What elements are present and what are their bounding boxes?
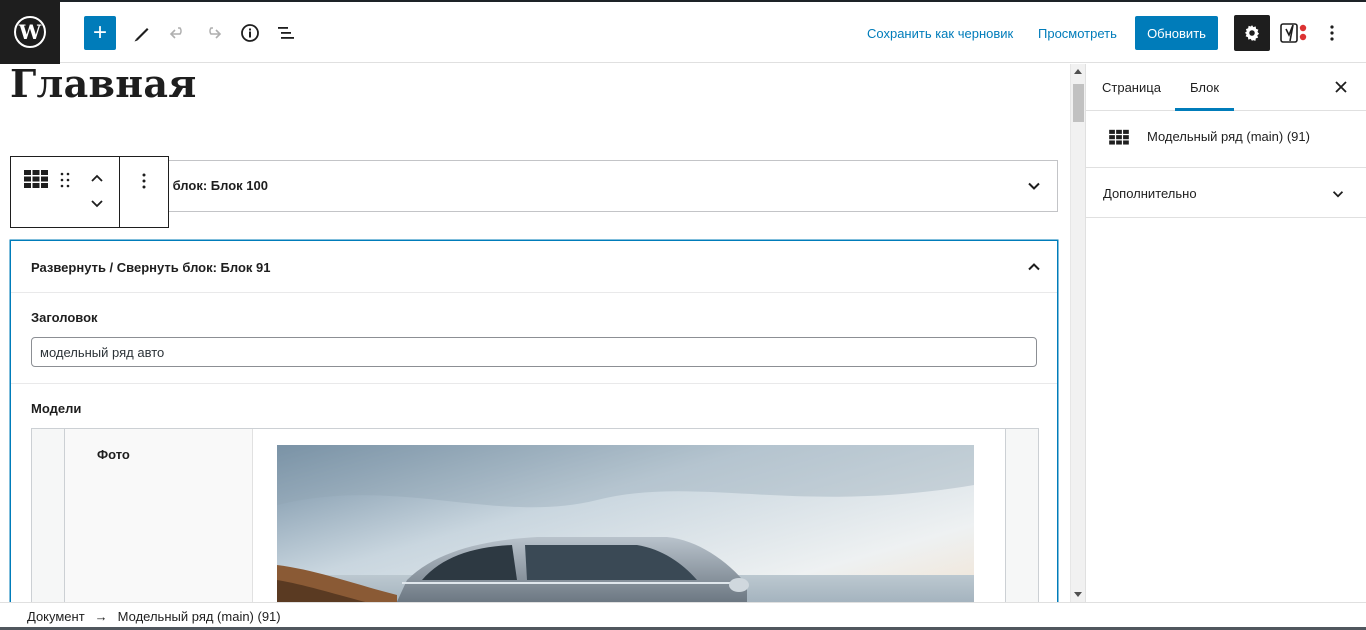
yoast-button[interactable]: [1276, 16, 1312, 50]
move-up-icon[interactable]: [89, 171, 105, 185]
close-icon[interactable]: [1332, 78, 1350, 96]
block-type-icon[interactable]: [23, 169, 49, 191]
repeater-row-handle[interactable]: [32, 429, 65, 602]
more-vertical-icon[interactable]: [137, 171, 151, 191]
drag-handle-icon[interactable]: [59, 171, 71, 189]
block-options-group: [120, 157, 168, 227]
photo-field-label: Фото: [97, 447, 130, 462]
tab-block[interactable]: Блок: [1175, 64, 1235, 111]
expanded-block-title: Развернуть / Свернуть блок: Блок 91: [31, 260, 271, 275]
expanded-block-panel[interactable]: Развернуть / Свернуть блок: Блок 91 Заго…: [10, 240, 1058, 602]
breadcrumb: Документ → Модельный ряд (main) (91): [27, 609, 281, 624]
editor-canvas: Главная ь блок: Блок 100 Развернуть / Св…: [0, 64, 1070, 602]
car-photo-image: [277, 445, 974, 602]
wordpress-logo-mark: W: [14, 16, 46, 48]
scroll-down-arrow-icon[interactable]: [1074, 592, 1082, 597]
chevron-up-icon[interactable]: [1025, 258, 1043, 276]
block-toolbar-group: [11, 157, 120, 227]
block-toolbar: [10, 156, 169, 228]
yoast-icon: [1280, 23, 1307, 43]
options-button[interactable]: [1316, 16, 1348, 50]
scrollbar-thumb[interactable]: [1073, 84, 1084, 122]
more-vertical-icon: [1330, 25, 1334, 41]
details-button[interactable]: [234, 16, 266, 50]
breadcrumb-separator: →: [94, 609, 108, 624]
divider: [11, 383, 1057, 384]
page-title[interactable]: Главная: [10, 64, 197, 106]
repeater-row-actions[interactable]: [1005, 429, 1038, 602]
pencil-icon: [134, 28, 149, 42]
block-type-icon: [1109, 129, 1129, 145]
redo-button[interactable]: [197, 16, 229, 50]
tab-page[interactable]: Страница: [1087, 64, 1176, 111]
heading-input[interactable]: [31, 337, 1037, 367]
info-icon: [241, 24, 259, 42]
breadcrumb-document[interactable]: Документ: [27, 609, 85, 624]
sidebar-tabs: Страница Блок: [1086, 64, 1366, 111]
update-button[interactable]: Обновить: [1135, 16, 1218, 50]
move-down-icon[interactable]: [89, 197, 105, 211]
chevron-down-icon: [1332, 191, 1344, 198]
collapsed-block-title[interactable]: ь блок: Блок 100: [161, 178, 268, 193]
editor-scrollbar[interactable]: [1070, 64, 1085, 602]
models-repeater: Фото: [31, 428, 1039, 602]
block-breadcrumb-bar: Документ → Модельный ряд (main) (91): [0, 602, 1366, 630]
redo-icon: [209, 27, 222, 39]
list-view-icon: [278, 27, 294, 39]
undo-icon: [169, 27, 182, 39]
scroll-up-arrow-icon[interactable]: [1074, 69, 1082, 74]
heading-field-label: Заголовок: [31, 310, 98, 325]
advanced-panel-toggle[interactable]: Дополнительно: [1086, 168, 1366, 218]
chevron-down-icon[interactable]: [1025, 177, 1043, 195]
settings-button[interactable]: [1234, 15, 1270, 51]
wordpress-logo-icon[interactable]: W: [0, 0, 60, 64]
plus-icon: +: [92, 19, 107, 46]
list-view-button[interactable]: [270, 16, 302, 50]
expanded-block-header[interactable]: Развернуть / Свернуть блок: Блок 91: [11, 241, 1057, 293]
editor-header: W + Сохранить как черновик Просмотреть О…: [0, 0, 1366, 64]
gear-icon: [1244, 25, 1260, 41]
repeater-label-column: Фото: [65, 429, 253, 602]
undo-button[interactable]: [162, 16, 194, 50]
block-card-title: Модельный ряд (main) (91): [1147, 129, 1310, 144]
save-draft-button[interactable]: Сохранить как черновик: [867, 16, 1013, 50]
add-block-button[interactable]: +: [84, 16, 116, 50]
tools-button[interactable]: [126, 16, 158, 50]
block-card: Модельный ряд (main) (91): [1086, 111, 1366, 168]
models-field-label: Модели: [31, 401, 82, 416]
settings-sidebar: Страница Блок Модельный ряд (main) (91) …: [1085, 64, 1366, 602]
preview-button[interactable]: Просмотреть: [1038, 16, 1117, 50]
breadcrumb-current-block[interactable]: Модельный ряд (main) (91): [118, 609, 281, 624]
advanced-panel-label: Дополнительно: [1103, 186, 1197, 201]
car-photo[interactable]: [277, 445, 974, 602]
